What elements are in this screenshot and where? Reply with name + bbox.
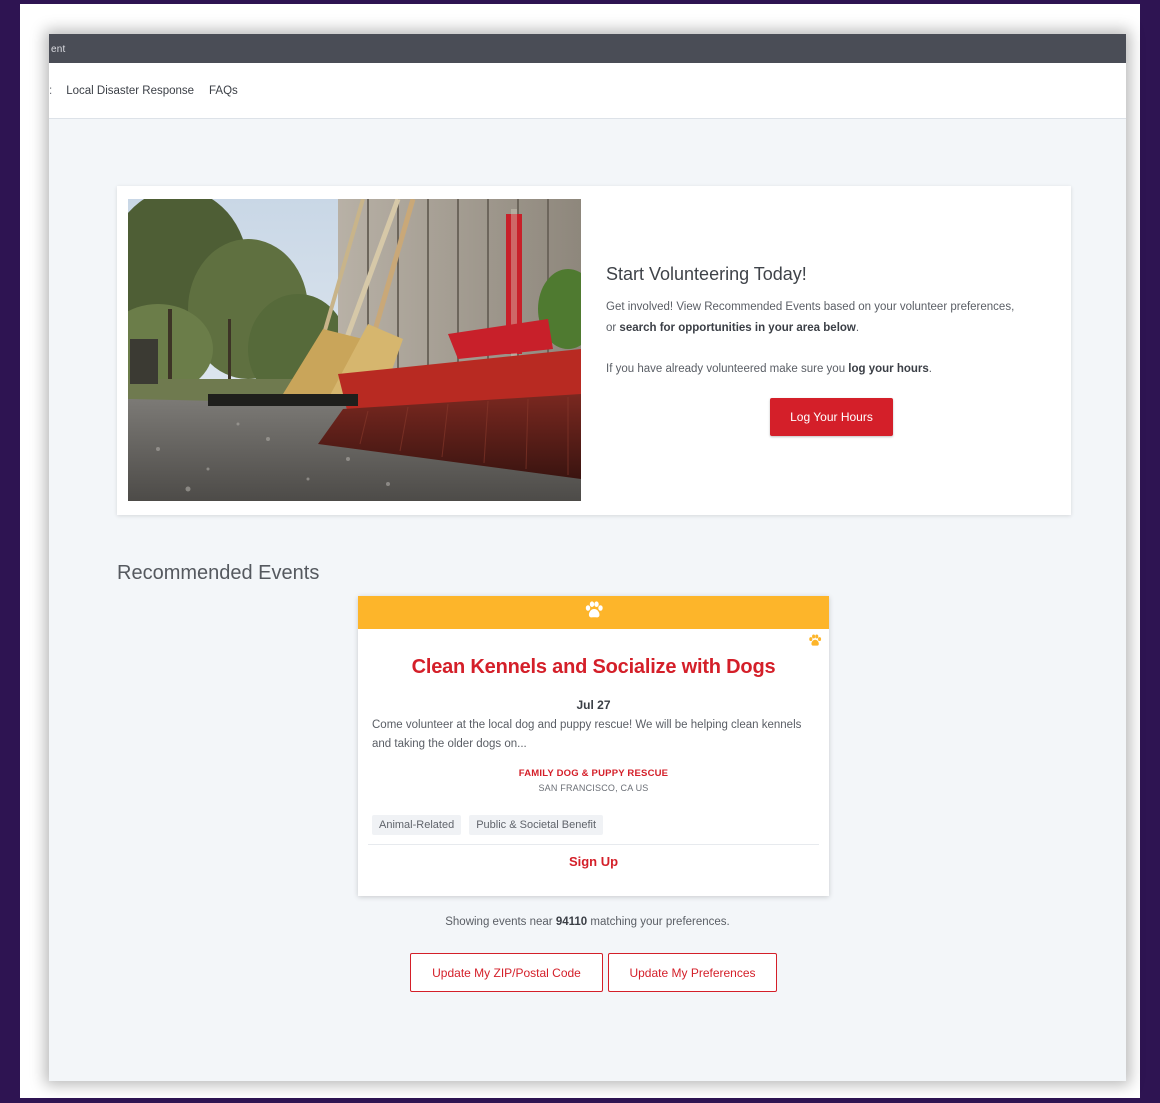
hero-card: Start Volunteering Today! Get involved! … [117,186,1071,515]
event-card-header [358,596,829,629]
search-opportunities-emphasis: search for opportunities in your area be… [619,322,856,334]
tag-animal-related: Animal-Related [372,815,462,835]
event-description: Come volunteer at the local dog and pupp… [372,719,802,750]
log-your-hours-button[interactable]: Log Your Hours [770,398,893,436]
event-divider [368,844,819,845]
nav-item-faqs[interactable]: FAQs [209,85,238,97]
window-title: ent [51,44,66,55]
browser-window: ent : Local Disaster Response FAQs Start… [49,34,1126,1081]
update-preferences-button[interactable]: Update My Preferences [608,953,777,992]
showing-events-note: Showing events near 94110 matching your … [445,916,730,928]
event-tags: Animal-Related Public & Societal Benefit [372,815,829,835]
paw-icon [808,634,822,652]
hero-title: Start Volunteering Today! [606,264,807,284]
event-card: Clean Kennels and Socialize with Dogs Ju… [358,596,829,896]
hero-image-brooms [128,199,581,501]
hero-intro-text: Get involved! View Recommended Events ba… [606,301,1015,334]
zip-code-value: 94110 [555,916,588,928]
sign-up-link[interactable]: Sign Up [358,854,829,869]
hero-text: Start Volunteering Today! Get involved! … [606,264,1026,380]
event-location: SAN FRANCISCO, CA US [538,783,649,793]
paw-icon [584,601,604,624]
event-title[interactable]: Clean Kennels and Socialize with Dogs [358,656,829,679]
tag-public-societal-benefit: Public & Societal Benefit [469,815,604,835]
event-date: Jul 27 [576,698,611,712]
update-zip-button[interactable]: Update My ZIP/Postal Code [410,953,603,992]
nav-item-truncated: : [49,84,53,97]
nav-item-local-disaster-response[interactable]: Local Disaster Response [66,85,194,97]
title-bar: ent [49,34,1126,63]
top-navigation: : Local Disaster Response FAQs [49,63,1126,119]
preference-buttons: Update My ZIP/Postal Code Update My Pref… [410,953,777,992]
log-hours-emphasis: log your hours [848,363,929,375]
recommended-events-heading: Recommended Events [117,562,320,584]
event-organization[interactable]: FAMILY DOG & PUPPY RESCUE [358,768,829,779]
hero-log-hours-text: If you have already volunteered make sur… [606,363,932,375]
